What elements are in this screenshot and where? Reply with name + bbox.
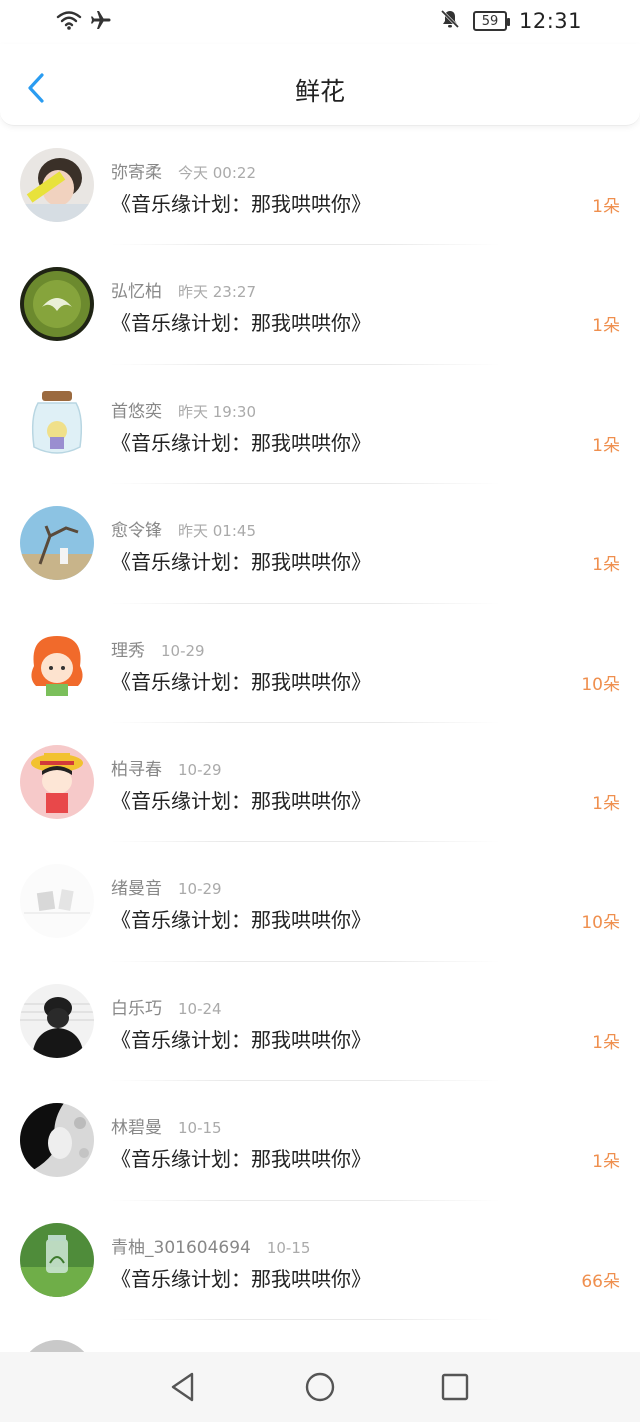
username[interactable]: 首悠奕 [111,397,162,422]
flower-list: 弥寄柔 今天 00:22 《音乐缘计划：那我哄哄你》 1朵 弘忆柏 昨天 23:… [0,126,640,1320]
list-item[interactable]: 林碧曼 10-15 《音乐缘计划：那我哄哄你》 1朵 [0,1081,640,1201]
flower-count: 1朵 [592,435,620,456]
battery-icon: 59 [472,11,510,31]
username[interactable]: 白乐巧 [111,994,162,1019]
timestamp: 昨天 19:30 [178,402,256,421]
flower-count: 10朵 [581,913,620,934]
song-title[interactable]: 《音乐缘计划：那我哄哄你》 [111,1024,371,1053]
list-item[interactable]: 白乐巧 10-24 《音乐缘计划：那我哄哄你》 1朵 [0,962,640,1082]
item-meta: 柏寻春 10-29 [111,755,222,780]
list-item[interactable]: 弘忆柏 昨天 23:27 《音乐缘计划：那我哄哄你》 1朵 [0,245,640,365]
battery-level: 59 [481,13,499,29]
song-title[interactable]: 《音乐缘计划：那我哄哄你》 [111,785,371,814]
wifi-icon [56,9,82,35]
username[interactable]: 绪曼音 [111,874,162,899]
divider [111,1318,500,1320]
item-meta: 理秀 10-29 [111,636,205,661]
system-nav-bar [0,1352,640,1422]
song-title[interactable]: 《音乐缘计划：那我哄哄你》 [111,307,371,336]
list-item[interactable]: 首悠奕 昨天 19:30 《音乐缘计划：那我哄哄你》 1朵 [0,365,640,485]
recents-square-icon [441,1373,469,1401]
song-title[interactable]: 《音乐缘计划：那我哄哄你》 [111,904,371,933]
avatar[interactable] [20,983,94,1058]
page-title: 鲜花 [294,77,345,106]
avatar[interactable] [20,1103,94,1178]
item-meta: 弘忆柏 昨天 23:27 [111,277,256,302]
username[interactable]: 林碧曼 [111,1113,162,1138]
status-right: 59 12:31 [439,8,582,34]
song-title[interactable]: 《音乐缘计划：那我哄哄你》 [111,1143,371,1172]
nav-bar: 鲜花 [0,44,640,126]
username[interactable]: 愈令锋 [111,516,162,541]
flower-count: 1朵 [592,555,620,576]
item-meta: 青柚_301604694 10-15 [111,1233,310,1258]
item-meta: 白乐巧 10-24 [111,994,222,1019]
list-item[interactable]: 青柚_301604694 10-15 《音乐缘计划：那我哄哄你》 66朵 [0,1201,640,1320]
item-meta: 愈令锋 昨天 01:45 [111,516,256,541]
username[interactable]: 青柚_301604694 [111,1233,251,1258]
flower-count: 1朵 [592,1032,620,1053]
bell-off-icon [439,8,461,34]
timestamp: 今天 00:22 [178,164,256,182]
song-title[interactable]: 《音乐缘计划：那我哄哄你》 [111,1263,371,1292]
item-meta: 林碧曼 10-15 [111,1113,222,1138]
list-item[interactable]: 愈令锋 昨天 01:45 《音乐缘计划：那我哄哄你》 1朵 [0,484,640,604]
song-title[interactable]: 《音乐缘计划：那我哄哄你》 [111,666,371,695]
avatar[interactable] [20,267,94,342]
flower-count: 66朵 [581,1271,620,1292]
status-time: 12:31 [518,9,582,33]
timestamp: 昨天 23:27 [178,283,256,302]
list-item[interactable]: 柏寻春 10-29 《音乐缘计划：那我哄哄你》 1朵 [0,723,640,843]
timestamp: 昨天 01:45 [178,522,256,541]
flower-count: 1朵 [592,793,620,814]
timestamp: 10-29 [161,641,205,660]
flower-count: 10朵 [581,674,620,695]
avatar[interactable] [20,506,94,581]
item-meta: 首悠奕 昨天 19:30 [111,397,256,422]
item-meta: 绪曼音 10-29 [111,874,222,899]
avatar[interactable] [20,744,94,819]
avatar[interactable] [20,1222,94,1297]
back-triangle-icon [171,1372,194,1402]
list-item[interactable]: 绪曼音 10-29 《音乐缘计划：那我哄哄你》 10朵 [0,842,640,962]
home-circle-icon [305,1372,335,1402]
song-title[interactable]: 《音乐缘计划：那我哄哄你》 [111,427,371,456]
timestamp: 10-15 [266,1238,311,1257]
avatar[interactable] [20,148,94,222]
system-home-button[interactable] [303,1370,337,1404]
username[interactable]: 弥寄柔 [111,158,162,183]
status-bar: 59 12:31 [0,0,640,44]
timestamp: 10-29 [178,760,222,779]
timestamp: 10-29 [178,880,222,899]
timestamp: 10-24 [178,999,222,1018]
flower-count: 1朵 [592,316,620,337]
song-title[interactable]: 《音乐缘计划：那我哄哄你》 [111,546,371,575]
song-title[interactable]: 《音乐缘计划：那我哄哄你》 [111,188,371,217]
list-item[interactable]: 弥寄柔 今天 00:22 《音乐缘计划：那我哄哄你》 1朵 [0,126,640,246]
flower-count: 1朵 [592,1152,620,1173]
item-meta: 弥寄柔 今天 00:22 [111,158,256,183]
flower-count: 1朵 [592,197,620,217]
system-back-button[interactable] [166,1370,200,1404]
status-left [56,8,112,36]
username[interactable]: 柏寻春 [111,755,162,780]
avatar[interactable] [20,386,94,461]
system-recents-button[interactable] [438,1370,472,1404]
timestamp: 10-15 [178,1119,222,1138]
airplane-icon [88,8,112,36]
username[interactable]: 弘忆柏 [111,277,162,302]
list-item[interactable]: 理秀 10-29 《音乐缘计划：那我哄哄你》 10朵 [0,604,640,723]
username[interactable]: 理秀 [111,636,145,661]
avatar[interactable] [20,625,94,700]
avatar[interactable] [20,864,94,939]
